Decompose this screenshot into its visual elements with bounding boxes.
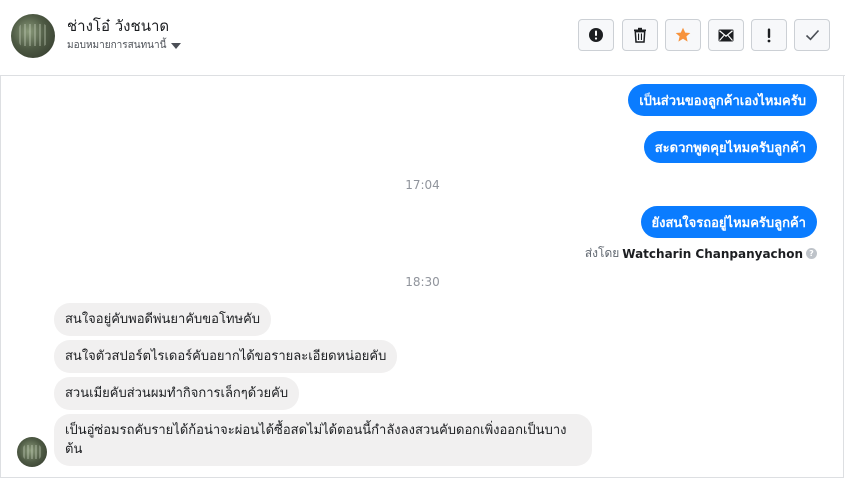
sent-by-line: ส่งโดย Watcharin Chanpanyachon ? bbox=[585, 244, 817, 263]
incoming-message[interactable]: สนใจตัวสปอร์ตไรเดอร์คับอยากได้ขอรายละเอี… bbox=[54, 340, 398, 373]
incoming-message[interactable]: สวนเมียคับส่วนผมทำกิจการเล็กๆด้วยคับ bbox=[54, 377, 300, 410]
contact-avatar[interactable] bbox=[11, 14, 55, 58]
trash-icon bbox=[634, 27, 646, 43]
envelope-icon bbox=[718, 29, 734, 41]
caret-down-icon bbox=[171, 42, 182, 49]
help-icon[interactable]: ? bbox=[806, 248, 817, 259]
mark-unread-button[interactable] bbox=[708, 19, 744, 51]
delete-button[interactable] bbox=[622, 19, 658, 51]
assign-label: มอบหมายการสนทนานี้ bbox=[67, 40, 167, 51]
alert-circle-icon bbox=[589, 28, 603, 42]
mark-done-button[interactable] bbox=[794, 19, 830, 51]
assign-conversation-dropdown[interactable]: มอบหมายการสนทนานี้ bbox=[67, 38, 182, 53]
star-icon bbox=[675, 27, 691, 42]
outgoing-message[interactable]: ยังสนใจรถอยู่ไหมครับลูกค้า bbox=[640, 206, 817, 238]
contact-avatar-small[interactable] bbox=[17, 437, 47, 467]
outgoing-message[interactable]: สะดวกพูดคุยไหมครับลูกค้า bbox=[643, 131, 817, 163]
conversation-header: ช่างโอ๋ วังชนาด มอบหมายการสนทนานี้ bbox=[0, 0, 845, 76]
incoming-message[interactable]: สนใจอยู่คับพอดีพ่นยาคับขอโทษคับ bbox=[54, 303, 272, 336]
contact-name[interactable]: ช่างโอ๋ วังชนาด bbox=[67, 14, 169, 38]
follow-up-button[interactable] bbox=[751, 19, 787, 51]
star-button[interactable] bbox=[665, 19, 701, 51]
sent-by-prefix: ส่งโดย bbox=[584, 246, 620, 260]
checkmark-icon bbox=[805, 29, 819, 41]
exclamation-icon bbox=[767, 28, 771, 42]
sender-name: Watcharin Chanpanyachon bbox=[622, 246, 803, 261]
timestamp: 18:30 bbox=[405, 275, 440, 289]
timestamp: 17:04 bbox=[405, 178, 440, 192]
incoming-message[interactable]: เป็นอู่ซ่อมรถคับรายได้ก้อน่าจะผ่อนได้ซื้… bbox=[54, 414, 592, 466]
outgoing-message[interactable]: เป็นส่วนของลูกค้าเองไหมครับ bbox=[628, 84, 817, 116]
mark-spam-button[interactable] bbox=[578, 19, 614, 51]
